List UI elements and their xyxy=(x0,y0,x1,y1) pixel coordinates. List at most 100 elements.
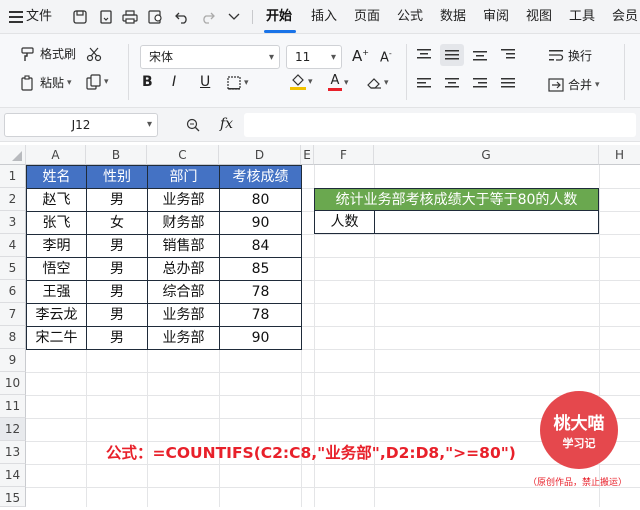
italic-button[interactable]: I xyxy=(172,74,176,90)
table-cell[interactable]: 男 xyxy=(86,257,148,281)
row-header[interactable]: 4 xyxy=(0,234,26,257)
table-cell[interactable]: 销售部 xyxy=(147,234,220,258)
font-name-select[interactable]: 宋体 ▾ xyxy=(140,45,280,69)
tab-formula[interactable]: 公式 xyxy=(397,0,423,34)
font-color-button[interactable]: A ▾ xyxy=(328,74,349,91)
summary-title-cell[interactable]: 统计业务部考核成绩大于等于80的人数 xyxy=(314,188,599,211)
cut-button[interactable] xyxy=(86,46,102,62)
table-cell[interactable]: 78 xyxy=(219,303,302,327)
hamburger-menu-icon[interactable] xyxy=(6,7,26,27)
table-cell[interactable]: 赵飞 xyxy=(26,188,87,212)
fill-color-button[interactable]: ▾ xyxy=(290,74,313,90)
print-icon[interactable] xyxy=(120,7,140,27)
table-header-cell[interactable]: 部门 xyxy=(147,165,220,189)
column-header-a[interactable]: A xyxy=(26,145,86,165)
table-cell[interactable]: 总办部 xyxy=(147,257,220,281)
row-header[interactable]: 2 xyxy=(0,188,26,211)
row-header[interactable]: 5 xyxy=(0,257,26,280)
tab-tools[interactable]: 工具 xyxy=(569,0,595,34)
table-cell[interactable]: 业务部 xyxy=(147,303,220,327)
format-painter-button[interactable]: 格式刷 xyxy=(20,45,76,62)
clear-format-button[interactable]: ▾ xyxy=(366,76,389,90)
table-cell[interactable]: 悟空 xyxy=(26,257,87,281)
tab-view[interactable]: 视图 xyxy=(526,0,552,34)
file-menu[interactable]: 文件 xyxy=(26,0,52,34)
row-header[interactable]: 14 xyxy=(0,464,26,487)
summary-value-cell[interactable] xyxy=(374,210,599,234)
row-header[interactable]: 7 xyxy=(0,303,26,326)
table-cell[interactable]: 男 xyxy=(86,234,148,258)
column-header-b[interactable]: B xyxy=(86,145,147,165)
save-icon[interactable] xyxy=(70,7,90,27)
print-preview-icon[interactable] xyxy=(146,7,166,27)
table-cell[interactable]: 李明 xyxy=(26,234,87,258)
table-cell[interactable]: 业务部 xyxy=(147,188,220,212)
paste-button[interactable]: 粘贴 ▾ xyxy=(20,74,72,91)
select-all-corner[interactable] xyxy=(0,145,26,165)
column-header-f[interactable]: F xyxy=(314,145,374,165)
redo-icon[interactable] xyxy=(198,7,218,27)
table-cell[interactable]: 男 xyxy=(86,303,148,327)
tab-review[interactable]: 审阅 xyxy=(483,0,509,34)
column-header-c[interactable]: C xyxy=(147,145,219,165)
row-header-selected[interactable]: 12 xyxy=(0,418,26,441)
underline-button[interactable]: U xyxy=(200,74,210,90)
tab-insert[interactable]: 插入 xyxy=(311,0,337,34)
tab-data[interactable]: 数据 xyxy=(440,0,466,34)
align-middle-button[interactable] xyxy=(440,44,464,66)
row-header[interactable]: 8 xyxy=(0,326,26,349)
column-header-e[interactable]: E xyxy=(301,145,314,165)
justify-button[interactable] xyxy=(500,77,516,91)
decrease-font-button[interactable]: A- xyxy=(380,49,392,65)
align-center-button[interactable] xyxy=(444,77,460,91)
row-header[interactable]: 13 xyxy=(0,441,26,464)
table-header-cell[interactable]: 考核成绩 xyxy=(219,165,302,189)
table-cell[interactable]: 男 xyxy=(86,326,148,350)
table-cell[interactable]: 男 xyxy=(86,188,148,212)
table-cell[interactable]: 85 xyxy=(219,257,302,281)
row-header[interactable]: 15 xyxy=(0,487,26,507)
undo-icon[interactable] xyxy=(172,7,192,27)
table-cell[interactable]: 业务部 xyxy=(147,326,220,350)
table-cell[interactable]: 女 xyxy=(86,211,148,235)
tab-member[interactable]: 会员 xyxy=(612,0,638,34)
table-cell[interactable]: 90 xyxy=(219,326,302,350)
table-cell[interactable]: 李云龙 xyxy=(26,303,87,327)
table-header-cell[interactable]: 姓名 xyxy=(26,165,87,189)
row-header[interactable]: 9 xyxy=(0,349,26,372)
chevron-down-icon[interactable] xyxy=(224,7,244,27)
table-header-cell[interactable]: 性别 xyxy=(86,165,148,189)
name-box[interactable]: J12 ▾ xyxy=(4,113,158,137)
align-top-button[interactable] xyxy=(416,48,432,62)
font-size-select[interactable]: 11 ▾ xyxy=(286,45,342,69)
table-cell[interactable]: 78 xyxy=(219,280,302,304)
bold-button[interactable]: B xyxy=(142,74,153,90)
table-cell[interactable]: 综合部 xyxy=(147,280,220,304)
border-button[interactable]: ▾ xyxy=(226,75,249,91)
insert-function-button[interactable]: fx xyxy=(220,116,233,132)
wrap-text-button[interactable]: 换行 xyxy=(548,47,592,64)
column-header-h[interactable]: H xyxy=(599,145,640,165)
column-header-d[interactable]: D xyxy=(219,145,301,165)
row-header[interactable]: 10 xyxy=(0,372,26,395)
summary-label-cell[interactable]: 人数 xyxy=(314,210,375,234)
row-header[interactable]: 3 xyxy=(0,211,26,234)
align-bottom-button[interactable] xyxy=(472,48,488,62)
column-header-g[interactable]: G xyxy=(374,145,599,165)
increase-font-button[interactable]: A+ xyxy=(352,47,369,65)
table-cell[interactable]: 男 xyxy=(86,280,148,304)
table-cell[interactable]: 张飞 xyxy=(26,211,87,235)
export-pdf-icon[interactable] xyxy=(96,7,116,27)
table-cell[interactable]: 财务部 xyxy=(147,211,220,235)
table-cell[interactable]: 84 xyxy=(219,234,302,258)
table-cell[interactable]: 90 xyxy=(219,211,302,235)
align-left-button[interactable] xyxy=(416,77,432,91)
tab-page[interactable]: 页面 xyxy=(354,0,380,34)
zoom-formula-button[interactable] xyxy=(186,118,200,132)
formula-input[interactable] xyxy=(244,113,636,137)
merge-button[interactable]: 合并 ▾ xyxy=(548,76,600,93)
tab-home[interactable]: 开始 xyxy=(266,0,292,34)
table-cell[interactable]: 80 xyxy=(219,188,302,212)
align-right-button[interactable] xyxy=(472,77,488,91)
row-header[interactable]: 6 xyxy=(0,280,26,303)
